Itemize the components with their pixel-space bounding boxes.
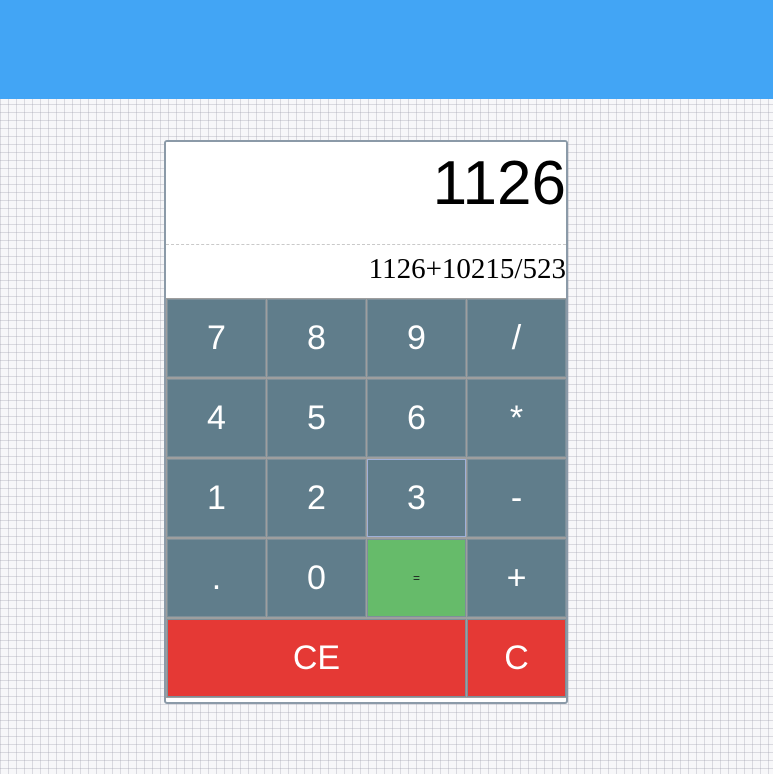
key-8[interactable]: 8 (267, 299, 366, 377)
expression-display: 1126+10215/523 (166, 245, 566, 298)
app-header-bar (0, 0, 773, 99)
key-subtract[interactable]: - (467, 459, 566, 537)
key-6[interactable]: 6 (367, 379, 466, 457)
key-5[interactable]: 5 (267, 379, 366, 457)
key-0[interactable]: 0 (267, 539, 366, 617)
calculator: 1126 1126+10215/523 7 8 9 / 4 5 6 * 1 2 … (164, 140, 568, 704)
key-1[interactable]: 1 (167, 459, 266, 537)
key-9[interactable]: 9 (367, 299, 466, 377)
result-display: 1126 (166, 142, 566, 245)
key-multiply[interactable]: * (467, 379, 566, 457)
key-equals[interactable]: = (367, 539, 466, 617)
key-divide[interactable]: / (467, 299, 566, 377)
clear-button[interactable]: C (467, 619, 566, 697)
key-3[interactable]: 3 (367, 459, 466, 537)
keypad: 7 8 9 / 4 5 6 * 1 2 3 - . 0 = + CE C (166, 298, 566, 698)
key-7[interactable]: 7 (167, 299, 266, 377)
key-add[interactable]: + (467, 539, 566, 617)
key-4[interactable]: 4 (167, 379, 266, 457)
clear-entry-button[interactable]: CE (167, 619, 466, 697)
key-decimal[interactable]: . (167, 539, 266, 617)
key-2[interactable]: 2 (267, 459, 366, 537)
